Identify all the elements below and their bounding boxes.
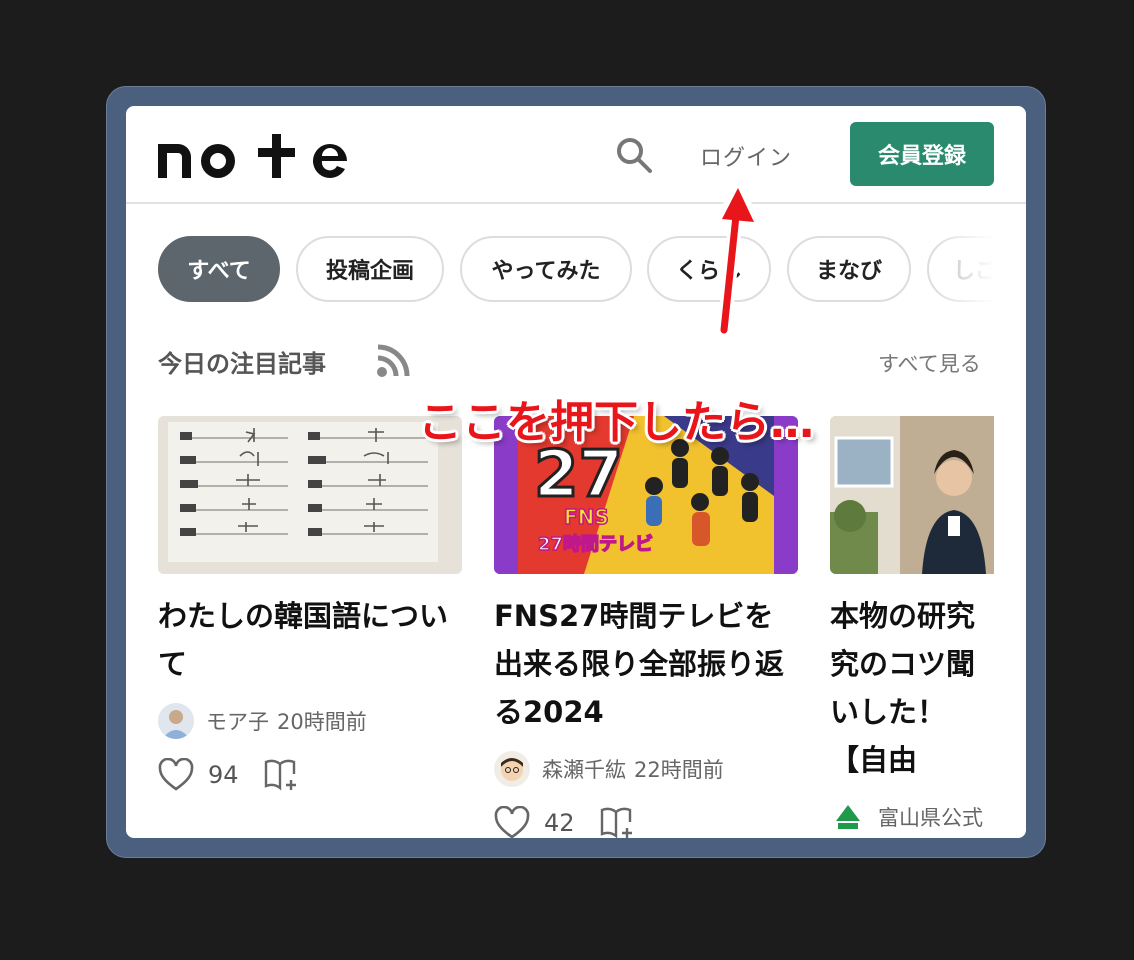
note-logo[interactable]	[158, 134, 358, 178]
heart-icon[interactable]	[494, 806, 530, 838]
chips-fade	[934, 236, 994, 304]
category-chips: すべて 投稿企画 やってみた くらし まなび しご	[158, 236, 994, 304]
avatar[interactable]	[830, 799, 866, 835]
chip-tried[interactable]: やってみた	[460, 236, 632, 302]
avatar[interactable]	[158, 703, 194, 739]
see-all-link[interactable]: すべて見る	[878, 348, 981, 378]
login-link[interactable]: ログイン	[700, 140, 792, 172]
article-title[interactable]: わたしの韓国語について	[158, 592, 462, 688]
article-title[interactable]: FNS27時間テレビを出来る限り全部振り返る2024	[494, 592, 798, 736]
post-time: 20時間前	[277, 710, 367, 734]
chip-learning[interactable]: まなび	[787, 236, 911, 302]
chip-all[interactable]: すべて	[158, 236, 280, 302]
handwriting-worksheet-image	[158, 416, 462, 574]
article-thumbnail[interactable]	[830, 416, 994, 574]
header-divider	[126, 202, 1026, 204]
annotation-arrow-icon	[714, 180, 762, 338]
like-count: 94	[208, 761, 239, 789]
browser-screen: ログイン 会員登録 すべて 投稿企画 やってみた くらし まなび しご 今日の注…	[126, 106, 1026, 838]
author-name[interactable]: 富山県公式	[878, 802, 983, 832]
heart-icon[interactable]	[158, 758, 194, 792]
chip-contest[interactable]: 投稿企画	[296, 236, 444, 302]
rss-icon[interactable]	[376, 344, 410, 378]
svg-text:FNS: FNS	[564, 505, 609, 529]
like-count: 42	[544, 809, 575, 837]
avatar[interactable]	[494, 751, 530, 787]
staff-photo-image	[830, 416, 994, 574]
article-card[interactable]: 本物の研究究のコツ聞いした！【自由 富山県公式 8	[830, 416, 994, 838]
article-meta: 森瀬千紘 22時間前	[494, 750, 798, 788]
author-name[interactable]: モア子	[206, 706, 269, 736]
article-actions: 42	[494, 806, 798, 838]
section-title: 今日の注目記事	[158, 350, 326, 378]
post-time: 22時間前	[634, 758, 724, 782]
article-actions: 94	[158, 758, 462, 792]
article-meta: 富山県公式	[830, 798, 994, 836]
article-meta: モア子 20時間前	[158, 702, 462, 740]
search-icon[interactable]	[615, 136, 653, 174]
magazine-add-icon[interactable]	[263, 758, 301, 792]
article-card[interactable]: 27 FNS 27時間テレビ FNS27時間テレビを出来る限り全部振り返る202…	[494, 416, 798, 838]
annotation-text: ここを押下したら…	[418, 397, 814, 448]
magazine-add-icon[interactable]	[599, 806, 637, 838]
svg-text:27時間テレビ: 27時間テレビ	[538, 534, 653, 555]
article-title[interactable]: 本物の研究究のコツ聞いした！【自由	[830, 592, 994, 784]
article-card[interactable]: わたしの韓国語について モア子 20時間前 94	[158, 416, 462, 792]
signup-button[interactable]: 会員登録	[850, 122, 994, 186]
article-thumbnail[interactable]	[158, 416, 462, 574]
author-name[interactable]: 森瀬千紘	[542, 754, 626, 784]
